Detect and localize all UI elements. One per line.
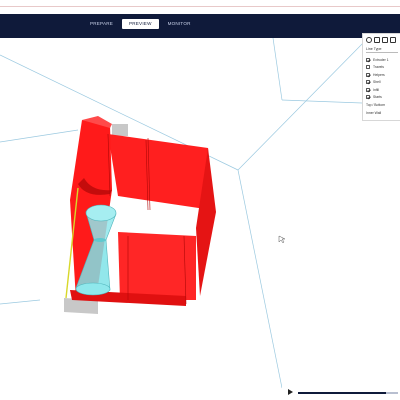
line-type-travels[interactable]: Travels [363,64,400,72]
scene-canvas[interactable] [0,38,400,400]
solid-view-icon[interactable] [382,37,388,43]
3d-viewport[interactable] [0,38,400,400]
legend-top-bottom: Top / Bottom [366,103,386,107]
line-type-label: Shell [373,80,381,85]
line-type-label: Infill [373,87,380,92]
checkbox-shell[interactable] [366,80,370,85]
view-type-panel: Line Type Extruder 1 Travels Helpers She… [362,33,400,121]
line-type-extruder-1[interactable]: Extruder 1 [363,56,400,64]
view-tool-row [363,34,400,45]
tab-preview[interactable]: PREVIEW [122,19,159,29]
line-type-helpers[interactable]: Helpers [363,71,400,79]
checkbox-helpers[interactable] [366,72,370,77]
app-header: PREPARE PREVIEW MONITOR [0,14,400,38]
path-slider-fill [298,392,386,394]
checkbox-infill[interactable] [366,87,370,92]
checkbox-starts[interactable] [366,95,370,100]
line-type-label: Travels [373,65,384,70]
tab-prepare[interactable]: PREPARE [83,19,120,29]
line-type-infill[interactable]: Infill [363,86,400,94]
top-strip [0,0,400,7]
settings-icon[interactable] [390,37,396,43]
legend-inner-wall: Inner Wall [366,111,382,115]
line-type-shell[interactable]: Shell [363,79,400,87]
path-slider[interactable] [298,392,398,394]
line-type-label: Extruder 1 [373,57,389,62]
build-volume-outline [0,38,367,389]
layer-view-icon[interactable] [366,37,372,43]
color-scheme-select[interactable]: Line Type [366,46,398,53]
line-type-label: Starts [373,95,382,100]
stage-tabs: PREPARE PREVIEW MONITOR [83,19,198,29]
xray-view-icon[interactable] [374,37,380,43]
tab-monitor[interactable]: MONITOR [161,19,198,29]
line-type-label: Helpers [373,72,385,77]
play-icon[interactable] [288,389,293,395]
checkbox-travels[interactable] [366,65,370,70]
checkbox-extruder-1[interactable] [366,57,370,62]
mouse-cursor [278,235,286,244]
layer-playback-bar [282,386,400,400]
line-type-starts[interactable]: Starts [363,94,400,102]
